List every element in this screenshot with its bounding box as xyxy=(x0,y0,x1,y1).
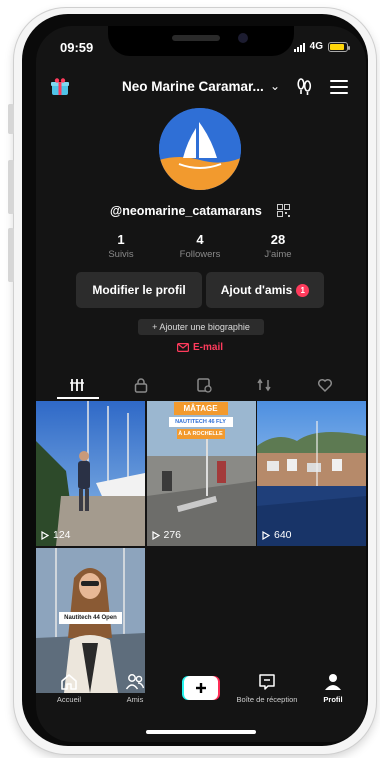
friends-icon xyxy=(125,674,145,690)
liked-icon xyxy=(317,378,333,393)
view-count: 276 xyxy=(151,529,182,541)
chevron-down-icon[interactable]: ⌄ xyxy=(270,79,280,93)
tab-liked[interactable] xyxy=(292,370,358,400)
speaker xyxy=(172,35,220,41)
edit-profile-label: Modifier le profil xyxy=(92,283,186,297)
saved-icon xyxy=(197,378,212,393)
battery-icon xyxy=(328,41,350,52)
notification-badge: 1 xyxy=(296,283,310,297)
profile-header: Neo Marine Caramar... ⌄ xyxy=(36,74,366,102)
repost-icon xyxy=(257,378,271,392)
followers-stat[interactable]: 4 Followers xyxy=(160,232,240,260)
status-time: 09:59 xyxy=(60,40,94,55)
signal-icon xyxy=(293,42,305,52)
video-thumbnail[interactable]: Nautitech 44 Open xyxy=(36,547,145,693)
video-subtitle: NAUTITECH 46 FLY xyxy=(175,419,226,425)
following-label: Suivis xyxy=(108,249,134,260)
footprints-icon[interactable] xyxy=(294,77,314,97)
status-icons: 4G xyxy=(293,41,350,52)
add-friends-label: Ajout d'amis xyxy=(220,283,293,297)
video-thumbnail[interactable]: 124 xyxy=(36,401,145,546)
marina-walk-image xyxy=(36,401,145,546)
content-tabs xyxy=(36,370,366,400)
video-thumbnail[interactable]: 640 xyxy=(257,401,366,546)
followers-count: 4 xyxy=(196,232,204,247)
harbor-view-image xyxy=(257,401,366,546)
video-title-banner: MÂTAGE xyxy=(183,404,218,413)
volume-up-button xyxy=(8,160,14,214)
notch xyxy=(108,26,294,56)
tab-saved[interactable] xyxy=(171,370,237,400)
video-caption: Nautitech 44 Open xyxy=(64,614,117,621)
likes-stat[interactable]: 28 J'aime xyxy=(238,232,318,260)
view-count: 640 xyxy=(262,529,292,541)
inbox-icon xyxy=(259,674,275,690)
username: @neomarine_catamarans xyxy=(110,204,262,218)
mail-icon xyxy=(177,343,189,352)
play-icon xyxy=(41,530,49,540)
volume-down-button xyxy=(8,228,14,282)
nav-home-label: Accueil xyxy=(56,695,82,704)
add-friends-button[interactable]: Ajout d'amis 1 xyxy=(206,272,324,308)
nav-profile[interactable]: Profil xyxy=(300,672,366,704)
view-count-value: 276 xyxy=(163,529,182,541)
gift-icon[interactable] xyxy=(50,77,70,97)
view-count-value: 640 xyxy=(274,529,292,541)
menu-icon[interactable] xyxy=(330,80,348,94)
video-location: À LA ROCHELLE xyxy=(178,431,223,437)
qr-code-icon[interactable] xyxy=(277,204,290,217)
tab-reposts[interactable] xyxy=(231,370,297,400)
view-count-value: 124 xyxy=(53,529,71,541)
following-count: 1 xyxy=(117,232,125,247)
likes-label: J'aime xyxy=(264,249,292,260)
email-link[interactable]: E-mail xyxy=(177,342,223,353)
tab-private[interactable] xyxy=(108,370,174,400)
sailboat-logo xyxy=(159,108,241,190)
nav-profile-label: Profil xyxy=(323,695,343,704)
lock-icon xyxy=(134,378,148,393)
profile-icon xyxy=(325,674,341,690)
tiktok-profile-screen: 09:59 4G Neo Marine Caramar... ⌄ @neomar… xyxy=(36,26,366,742)
play-icon xyxy=(262,530,270,540)
mute-switch xyxy=(8,104,14,134)
nav-friends-label: Amis xyxy=(126,695,144,704)
play-icon xyxy=(151,530,160,540)
active-tab-indicator xyxy=(57,397,99,399)
email-label: E-mail xyxy=(193,342,224,353)
tab-videos[interactable] xyxy=(44,370,110,400)
nav-home[interactable]: Accueil xyxy=(36,672,102,704)
home-icon xyxy=(61,674,77,690)
front-camera xyxy=(238,33,248,43)
edit-profile-button[interactable]: Modifier le profil xyxy=(76,272,202,308)
add-bio-button[interactable]: + Ajouter une biographie xyxy=(138,319,264,335)
view-count: 124 xyxy=(41,529,71,541)
following-stat[interactable]: 1 Suivis xyxy=(81,232,161,260)
followers-label: Followers xyxy=(179,249,221,260)
account-name[interactable]: Neo Marine Caramar... xyxy=(122,79,264,94)
nav-inbox-label: Boîte de réception xyxy=(236,695,298,704)
videos-grid-icon xyxy=(70,379,84,391)
network-label: 4G xyxy=(309,41,323,52)
bottom-navigation: Accueil Amis Boîte de réception Profil xyxy=(36,672,366,722)
video-thumbnail[interactable]: MÂTAGE NAUTITECH 46 FLY À LA ROCHELLE 27… xyxy=(146,401,256,546)
nav-inbox[interactable]: Boîte de réception xyxy=(234,672,300,704)
plus-icon[interactable] xyxy=(182,676,220,700)
home-indicator xyxy=(146,730,256,734)
avatar[interactable] xyxy=(159,108,241,190)
nav-friends[interactable]: Amis xyxy=(102,672,168,704)
likes-count: 28 xyxy=(270,232,286,247)
